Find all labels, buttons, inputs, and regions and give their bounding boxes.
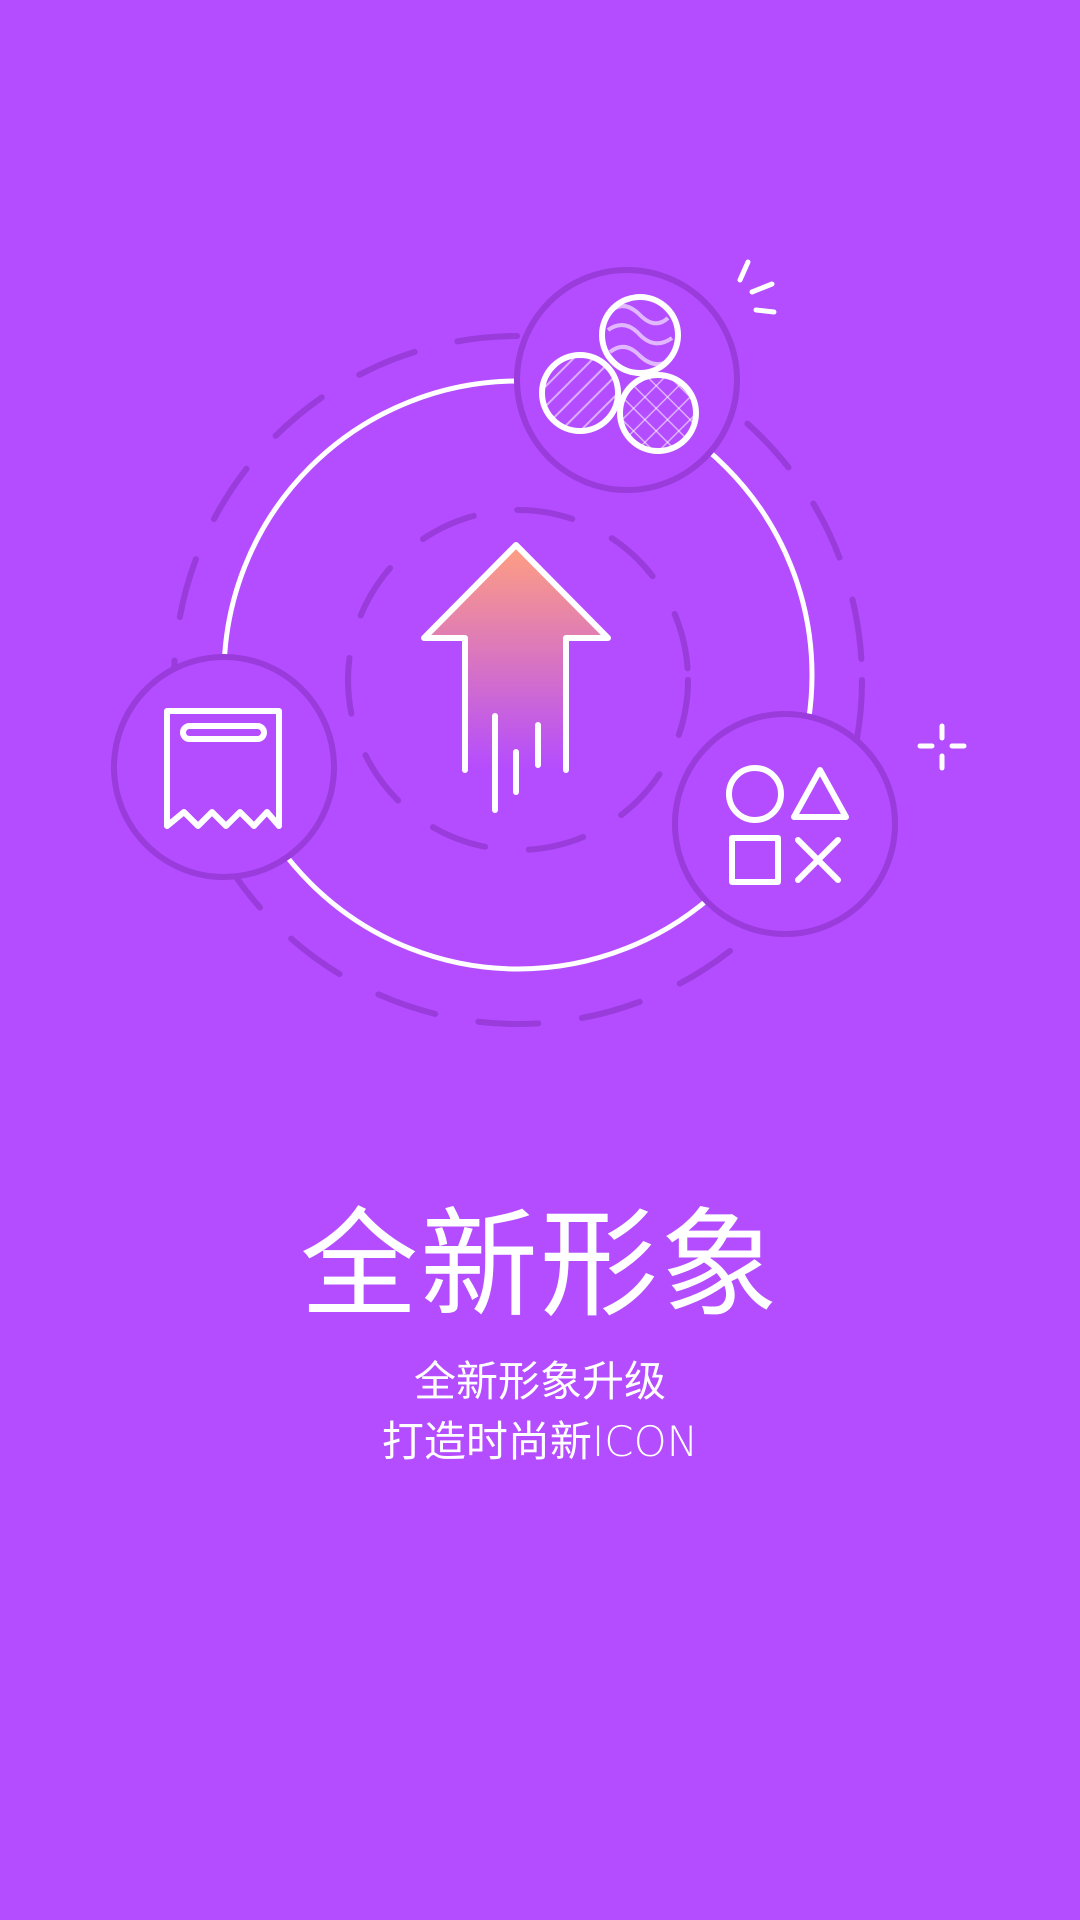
receipt-node [111, 654, 337, 880]
subtitle-line-2: 打造时尚新ICON [381, 1417, 699, 1466]
twinkle-icon [917, 723, 967, 771]
onboarding-page: 全新形象 全新形象升级 打造时尚新ICON [0, 0, 1080, 1920]
page-subtitle: 全新形象升级 打造时尚新ICON [0, 1352, 1080, 1472]
subtitle-line-1: 全新形象升级 [413, 1357, 666, 1406]
page-title: 全新形象 [299, 1196, 780, 1334]
sparkle-icon [737, 259, 777, 315]
balls-node [514, 267, 740, 493]
hero-illustration [111, 259, 967, 1027]
upload-arrow-icon [421, 542, 611, 813]
game-symbols-node [672, 711, 898, 937]
